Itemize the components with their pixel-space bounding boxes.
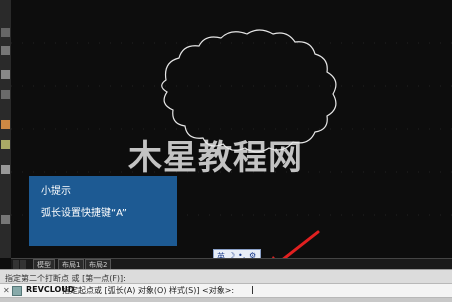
command-icon <box>12 286 22 296</box>
zoom-icon[interactable] <box>1 46 10 55</box>
tab-nav-prev-icon[interactable] <box>20 260 26 269</box>
watermark: 木星教程网 <box>128 130 328 178</box>
autocad-window: 木星教程网 小提示 弧长设置快捷键“A” 英 ☽ •, ⚙ 模型 布局1 布局2… <box>0 0 452 302</box>
status-bar <box>0 298 452 302</box>
text-icon[interactable] <box>1 140 10 149</box>
orbit-icon[interactable] <box>1 70 10 79</box>
command-window: 指定第二个打断点 或 [第一点(F)]: ✕ REVCLOUD 指定起点或 [弧… <box>0 269 452 302</box>
annotation-arrow <box>272 230 320 258</box>
tip-box: 小提示 弧长设置快捷键“A” <box>29 176 177 246</box>
tip-text: 弧长设置快捷键“A” <box>41 208 127 219</box>
properties-icon[interactable] <box>1 215 10 224</box>
tip-title: 小提示 <box>41 186 71 197</box>
pan-icon[interactable] <box>1 28 10 37</box>
close-icon[interactable]: ✕ <box>3 286 10 295</box>
command-line[interactable]: ✕ REVCLOUD 指定起点或 [弧长(A) 对象(O) 样式(S)] <对象… <box>0 283 452 298</box>
layer-icon[interactable] <box>1 90 10 99</box>
command-prompt: 指定起点或 [弧长(A) 对象(O) 样式(S)] <对象>: <box>62 286 235 295</box>
tab-nav-first-icon[interactable] <box>13 260 19 269</box>
text-cursor <box>252 286 253 294</box>
watermark-text: 木星教程网 <box>128 138 303 178</box>
hatch-icon[interactable] <box>1 165 10 174</box>
line-icon[interactable] <box>1 120 10 129</box>
